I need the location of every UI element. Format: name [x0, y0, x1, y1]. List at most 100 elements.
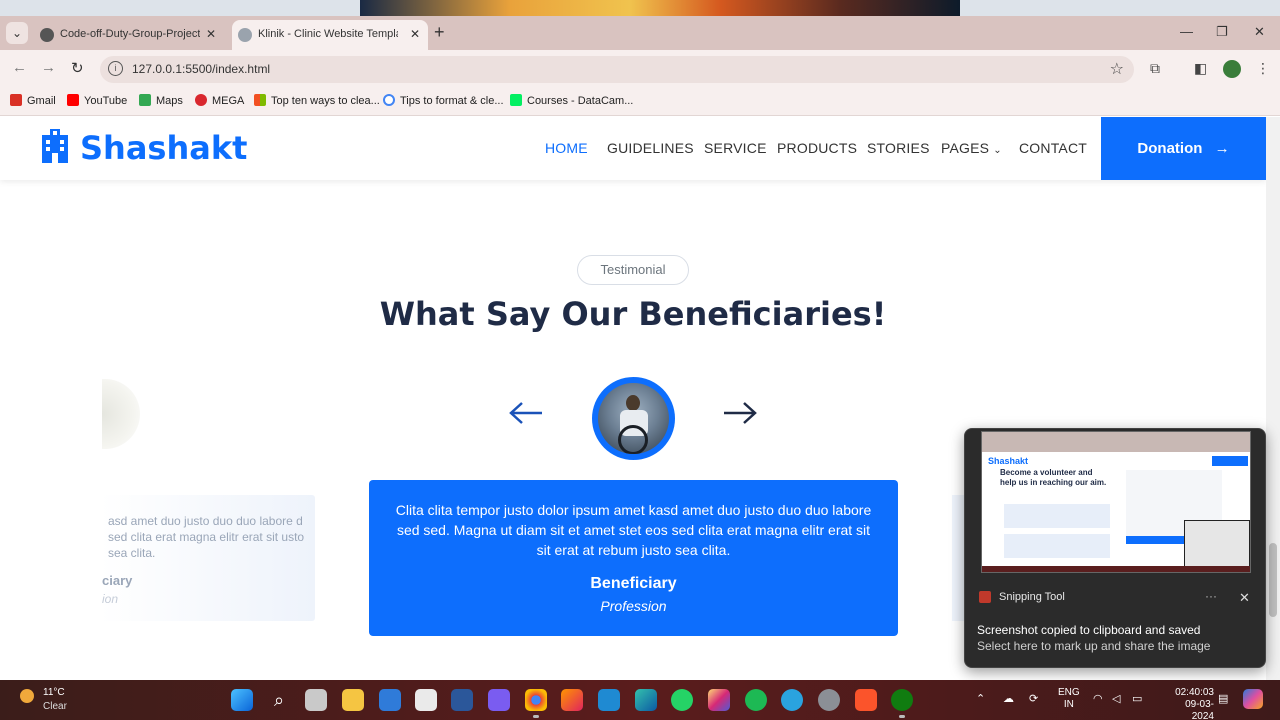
thumb-title: Become a volunteer and help us in reachi…: [1000, 468, 1107, 487]
address-bar[interactable]: i 127.0.0.1:5500/index.html ☆: [100, 56, 1134, 83]
nav-guidelines[interactable]: GUIDELINES: [607, 140, 694, 156]
beneficiary-avatar: [592, 377, 675, 460]
wifi-icon[interactable]: ◠: [1093, 692, 1103, 705]
section-pill: Testimonial: [577, 255, 689, 285]
tray-chevron-icon[interactable]: ⌃: [976, 692, 985, 705]
nav-pages[interactable]: PAGES ⌄: [941, 140, 1002, 156]
task-view-icon[interactable]: [305, 689, 327, 711]
screenshot-thumbnail[interactable]: Shashakt Become a volunteer and help us …: [981, 431, 1251, 573]
bookmark-maps[interactable]: Maps: [139, 94, 183, 107]
lang-primary: ENG: [1058, 687, 1080, 698]
page-scrollbar[interactable]: [1266, 117, 1280, 680]
snipping-tool-notification[interactable]: Shashakt Become a volunteer and help us …: [964, 428, 1266, 668]
extensions-icon[interactable]: ⧉: [1150, 60, 1160, 77]
tab-klinik[interactable]: Klinik - Clinic Website Template ✕: [232, 20, 428, 50]
search-icon[interactable]: ⌕: [268, 689, 290, 711]
cloud-icon[interactable]: ☁: [1003, 692, 1014, 705]
arrow-right-icon[interactable]: [722, 399, 758, 427]
sync-icon[interactable]: ⟳: [1029, 692, 1038, 705]
reload-icon[interactable]: ↻: [71, 59, 84, 77]
testimonial-text: Clita clita tempor justo dolor ipsum ame…: [395, 502, 872, 558]
bookmark-star-icon[interactable]: ☆: [1110, 59, 1124, 79]
instagram-icon[interactable]: [708, 689, 730, 711]
more-options-icon[interactable]: ···: [1205, 589, 1217, 603]
bookmark-tips[interactable]: Tips to format & cle...: [383, 94, 504, 107]
donation-button[interactable]: Donation →: [1101, 117, 1266, 180]
firefox-icon[interactable]: [561, 689, 583, 711]
telegram-icon[interactable]: [781, 689, 803, 711]
side-avatar-left: [102, 379, 140, 449]
back-icon[interactable]: ←: [12, 59, 27, 76]
battery-icon[interactable]: ▭: [1132, 692, 1142, 705]
mail-icon[interactable]: [379, 689, 401, 711]
site-info-icon[interactable]: i: [108, 61, 123, 76]
toast-app-name: Snipping Tool: [999, 591, 1065, 603]
nav-stories[interactable]: STORIES: [867, 140, 930, 156]
store-icon[interactable]: [415, 689, 437, 711]
browser-toolbar: ← → ↻ i 127.0.0.1:5500/index.html ☆ ⧉ ◧ …: [0, 50, 1280, 88]
nav-service[interactable]: SERVICE: [704, 140, 767, 156]
weather-desc[interactable]: Clear: [43, 701, 67, 712]
brand-logo[interactable]: Shashakt: [40, 129, 247, 167]
minimize-icon[interactable]: —: [1180, 24, 1193, 39]
close-icon[interactable]: ✕: [1239, 590, 1250, 606]
arrow-right-icon: →: [1214, 140, 1230, 157]
nav-pages-label: PAGES: [941, 140, 990, 156]
scrollbar-thumb[interactable]: [1269, 543, 1277, 617]
vscode-icon[interactable]: [598, 689, 620, 711]
bookmark-mega[interactable]: MEGA: [195, 94, 244, 107]
restore-icon[interactable]: ❐: [1216, 24, 1228, 40]
bookmark-youtube[interactable]: YouTube: [67, 94, 127, 107]
tab-search-button[interactable]: ⌄: [6, 22, 28, 44]
brave-icon[interactable]: [855, 689, 877, 711]
bookmark-label: Top ten ways to clea...: [271, 95, 380, 107]
edge-icon[interactable]: [635, 689, 657, 711]
donation-label: Donation: [1137, 140, 1203, 157]
nav-home[interactable]: HOME: [545, 140, 588, 156]
volume-icon[interactable]: ◁: [1112, 692, 1120, 705]
bookmark-label: MEGA: [212, 95, 245, 107]
close-window-icon[interactable]: ✕: [1254, 24, 1265, 40]
spotify-icon[interactable]: [745, 689, 767, 711]
close-tab-icon[interactable]: ✕: [206, 27, 216, 41]
testimonial-profession: Profession: [600, 598, 667, 614]
bookmark-label: Courses - DataCam...: [527, 95, 634, 107]
side-testimonial-profession: ion: [102, 592, 119, 606]
nav-products[interactable]: PRODUCTS: [777, 140, 857, 156]
file-explorer-icon[interactable]: [342, 689, 364, 711]
tab-github[interactable]: Code-off-Duty-Group-Project/F ✕: [34, 20, 224, 50]
profile-avatar[interactable]: [1223, 60, 1241, 78]
word-icon[interactable]: [451, 689, 473, 711]
start-windows-icon[interactable]: [231, 689, 253, 711]
copilot-icon[interactable]: [1243, 689, 1263, 709]
nav-contact[interactable]: CONTACT: [1019, 140, 1087, 156]
bookmark-top-ten[interactable]: Top ten ways to clea...: [254, 94, 380, 107]
language-indicator[interactable]: ENG IN: [1058, 687, 1080, 711]
toast-subtext: Select here to mark up and share the ima…: [977, 639, 1211, 653]
clock-time: 02:40:03: [1175, 687, 1214, 698]
hospital-icon: [42, 129, 68, 163]
bookmark-gmail[interactable]: Gmail: [10, 94, 56, 107]
xbox-icon[interactable]: [891, 689, 913, 718]
menu-kebab-icon[interactable]: ⋮: [1256, 60, 1270, 77]
mega-icon: [195, 94, 207, 106]
arrow-left-icon[interactable]: [508, 399, 544, 427]
close-tab-icon[interactable]: ✕: [410, 27, 420, 41]
weather-moon-icon[interactable]: [20, 689, 34, 703]
clipchamp-icon[interactable]: [488, 689, 510, 711]
notification-icon[interactable]: ▤: [1218, 692, 1228, 705]
whatsapp-icon[interactable]: [671, 689, 693, 711]
new-tab-button[interactable]: +: [434, 22, 445, 43]
bookmark-datacamp[interactable]: Courses - DataCam...: [510, 94, 633, 107]
side-panel-icon[interactable]: ◧: [1194, 60, 1207, 77]
url-text[interactable]: 127.0.0.1:5500/index.html: [132, 62, 270, 76]
tab-label: Code-off-Duty-Group-Project/F: [60, 28, 200, 40]
google-icon: [383, 94, 395, 106]
forward-icon[interactable]: →: [41, 59, 56, 76]
app-icon[interactable]: [818, 689, 840, 711]
weather-temp[interactable]: 11°C: [43, 687, 65, 698]
gmail-icon: [10, 94, 22, 106]
youtube-icon: [67, 94, 79, 106]
system-clock[interactable]: 02:40:03 09-03-2024: [1172, 687, 1214, 720]
chrome-icon[interactable]: [525, 689, 547, 718]
